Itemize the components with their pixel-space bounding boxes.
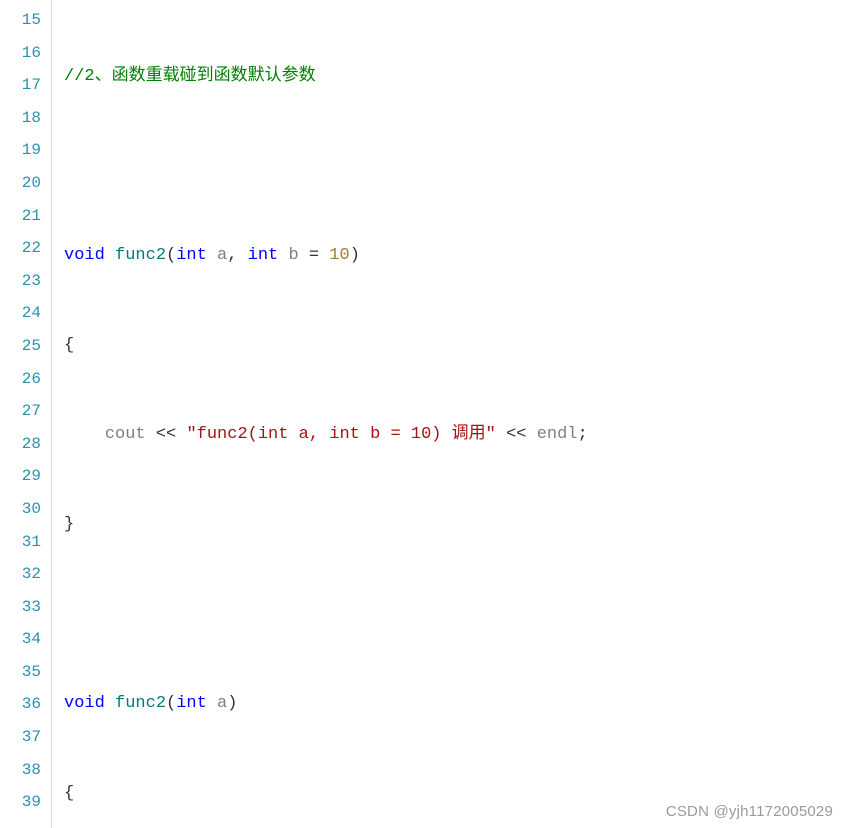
line-number: 28 [0,428,51,461]
line-number: 30 [0,493,51,526]
code-line[interactable]: cout << "func2(int a, int b = 10) 调用" <<… [64,419,845,452]
keyword-void: void [64,694,105,713]
line-number: 29 [0,460,51,493]
line-number: 31 [0,526,51,559]
line-number-gutter: 15 16 17 18 19 20 21 22 23 24 25 26 27 2… [0,0,52,828]
type-int: int [176,694,207,713]
line-number: 21 [0,200,51,233]
line-number: 26 [0,363,51,396]
code-line[interactable]: } [64,509,845,542]
line-number: 25 [0,330,51,363]
line-number: 36 [0,688,51,721]
type-int: int [248,246,279,265]
code-editor: 15 16 17 18 19 20 21 22 23 24 25 26 27 2… [0,0,845,828]
param-a: a [217,246,227,265]
brace-open: { [64,336,74,355]
code-line[interactable]: void func2(int a, int b = 10) [64,240,845,273]
func-name: func2 [115,694,166,713]
line-number: 19 [0,134,51,167]
keyword-void: void [64,246,105,265]
line-number: 15 [0,4,51,37]
comment: //2、函数重载碰到函数默认参数 [64,67,316,86]
line-number: 37 [0,721,51,754]
line-number: 33 [0,591,51,624]
string-literal: "func2(int a, int b = 10) 调用" [186,425,495,444]
line-number: 39 [0,786,51,819]
param-b: b [288,246,298,265]
brace-open: { [64,784,74,803]
line-number: 18 [0,102,51,135]
line-number: 23 [0,265,51,298]
code-line[interactable] [64,151,845,184]
line-number: 34 [0,623,51,656]
line-number: 17 [0,69,51,102]
type-int: int [176,246,207,265]
brace-close: } [64,515,74,534]
line-number: 22 [0,232,51,265]
line-number: 27 [0,395,51,428]
line-number: 38 [0,754,51,787]
endl: endl [537,425,578,444]
number: 10 [329,246,349,265]
line-number: 24 [0,297,51,330]
line-number: 16 [0,37,51,70]
func-name: func2 [115,246,166,265]
code-line[interactable]: void func2(int a) [64,688,845,721]
line-number: 32 [0,558,51,591]
code-line[interactable] [64,599,845,632]
line-number: 20 [0,167,51,200]
code-line[interactable]: //2、函数重载碰到函数默认参数 [64,61,845,94]
code-area[interactable]: //2、函数重载碰到函数默认参数 void func2(int a, int b… [52,0,845,828]
param-a: a [217,694,227,713]
cout: cout [105,425,146,444]
line-number: 35 [0,656,51,689]
watermark-text: CSDN @yjh1172005029 [666,803,833,820]
code-line[interactable]: { [64,330,845,363]
